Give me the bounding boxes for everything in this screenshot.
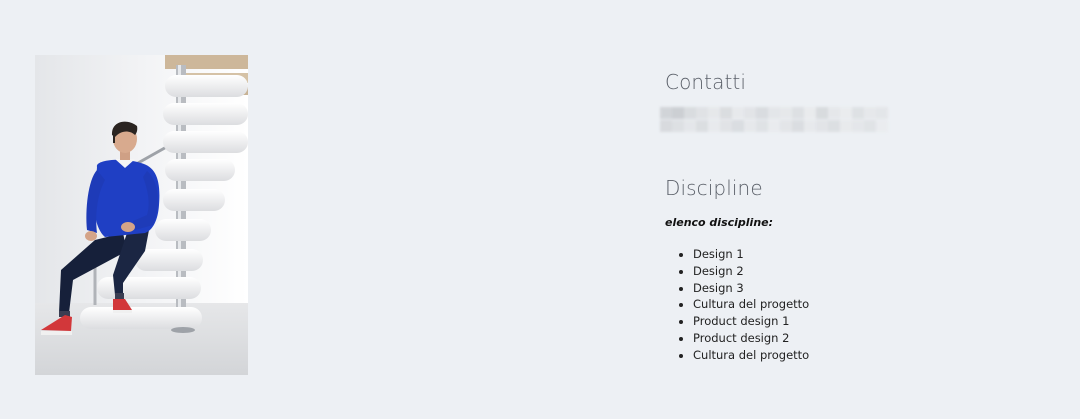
- list-item: Product design 2: [693, 330, 809, 347]
- contacts-title: Contatti: [665, 70, 747, 94]
- discipline-list: Design 1 Design 2 Design 3 Cultura del p…: [676, 246, 809, 364]
- list-item: Cultura del progetto: [693, 347, 809, 364]
- disciplines-intro: elenco discipline:: [665, 216, 774, 229]
- list-item: Cultura del progetto: [693, 296, 809, 313]
- profile-photo-image: [35, 55, 248, 375]
- profile-photo: [35, 55, 248, 375]
- list-item: Design 2: [693, 263, 809, 280]
- list-item: Design 1: [693, 246, 809, 263]
- list-item: Product design 1: [693, 313, 809, 330]
- list-item: Design 3: [693, 280, 809, 297]
- disciplines-title: Discipline: [665, 176, 763, 200]
- redacted-contact-info: [660, 107, 888, 132]
